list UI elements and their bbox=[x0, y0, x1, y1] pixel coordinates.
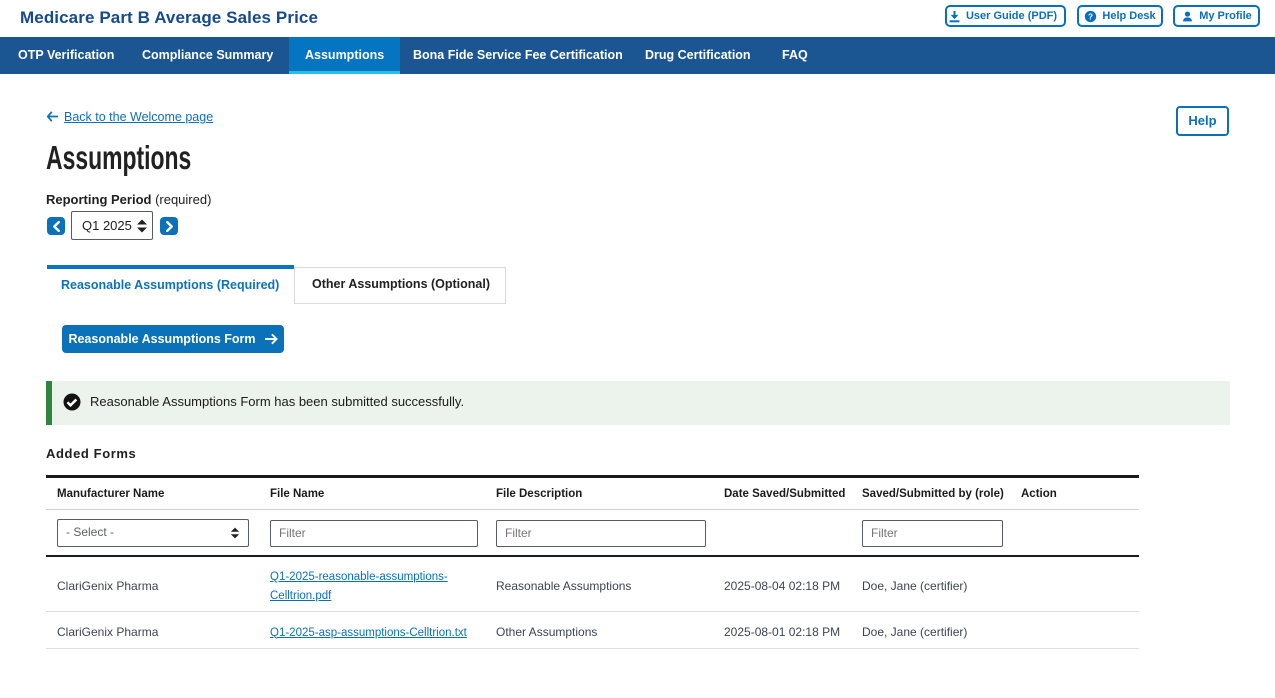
svg-text:?: ? bbox=[1088, 12, 1093, 21]
